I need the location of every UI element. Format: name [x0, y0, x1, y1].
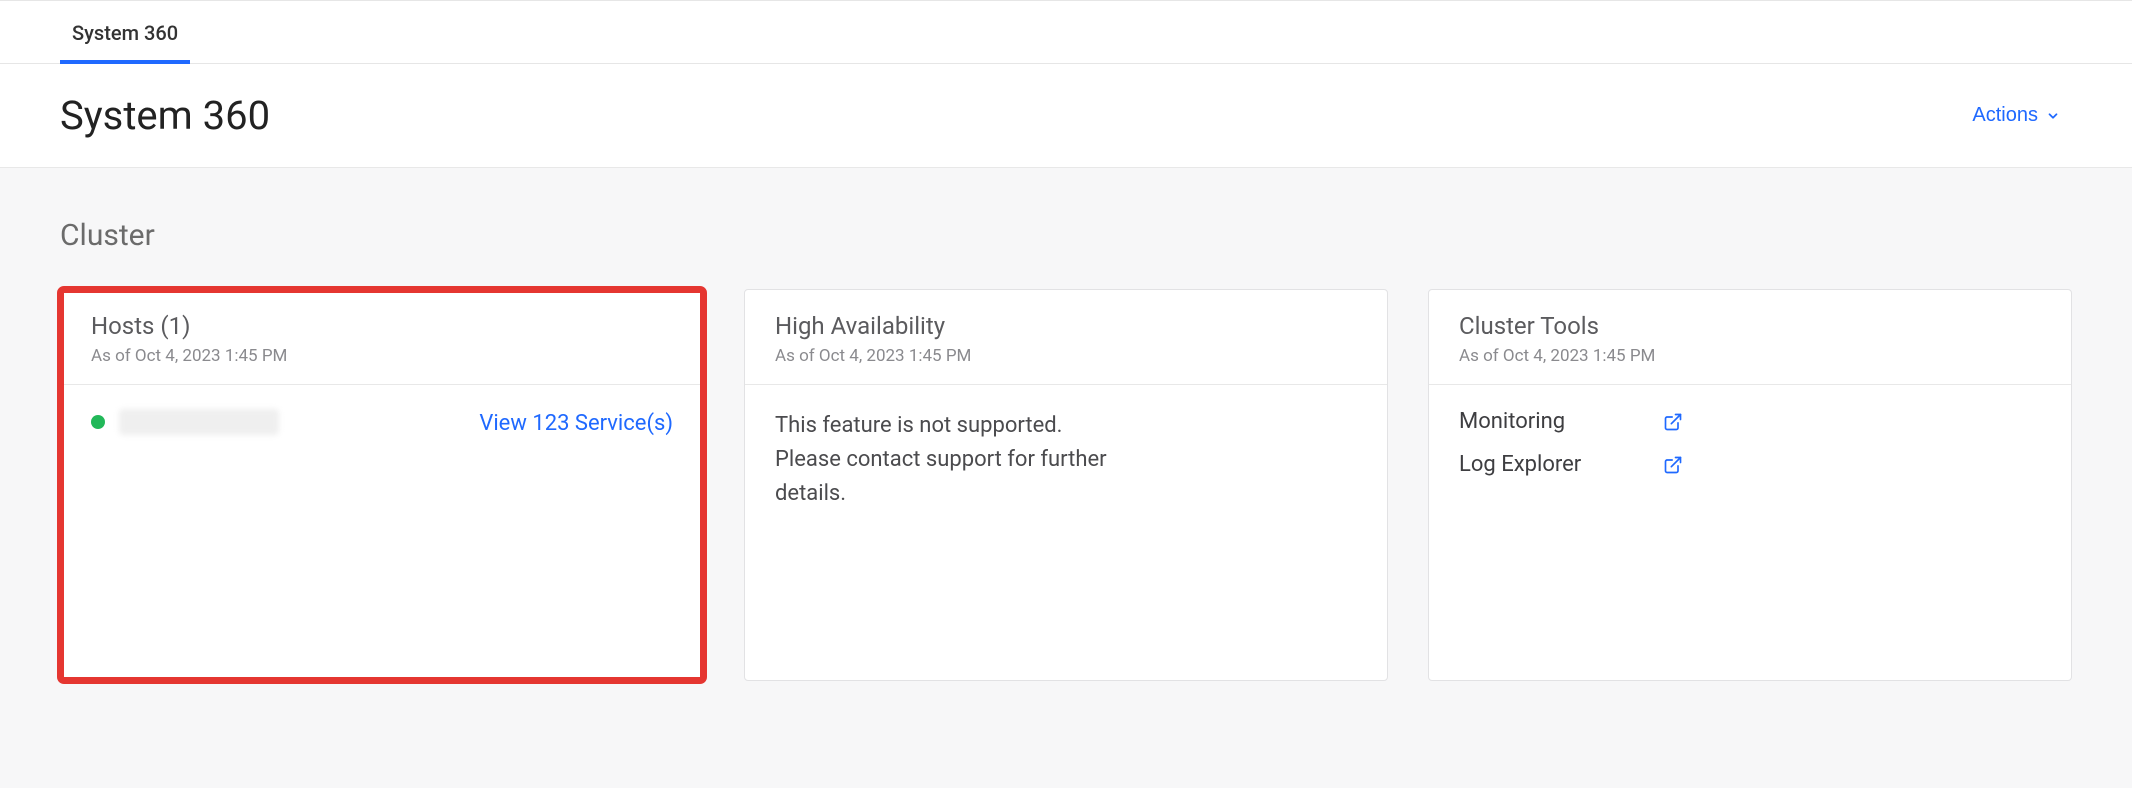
card-tools-body: Monitoring Log Explorer	[1429, 385, 2071, 519]
card-high-availability: High Availability As of Oct 4, 2023 1:45…	[744, 289, 1388, 681]
chevron-down-icon	[2046, 109, 2060, 123]
external-link-icon[interactable]	[1663, 455, 1683, 475]
tool-row-log-explorer: Log Explorer	[1459, 452, 2041, 477]
tool-log-explorer-label: Log Explorer	[1459, 452, 1599, 477]
status-dot-icon	[91, 415, 105, 429]
card-hosts-body: View 123 Service(s)	[61, 385, 703, 463]
tabs-bar: System 360	[0, 1, 2132, 64]
card-hosts-title: Hosts (1)	[91, 312, 673, 340]
card-ha-header: High Availability As of Oct 4, 2023 1:45…	[745, 290, 1387, 385]
actions-label: Actions	[1972, 104, 2038, 127]
card-ha-title: High Availability	[775, 312, 1357, 340]
page-title: System 360	[60, 92, 270, 139]
card-tools-timestamp: As of Oct 4, 2023 1:45 PM	[1459, 346, 2041, 366]
card-ha-timestamp: As of Oct 4, 2023 1:45 PM	[775, 346, 1357, 366]
actions-dropdown[interactable]: Actions	[1960, 96, 2072, 135]
view-services-link[interactable]: View 123 Service(s)	[479, 409, 673, 439]
card-tools-header: Cluster Tools As of Oct 4, 2023 1:45 PM	[1429, 290, 2071, 385]
cluster-cards-row: Hosts (1) As of Oct 4, 2023 1:45 PM View…	[60, 289, 2072, 681]
card-ha-body: This feature is not supported. Please co…	[745, 385, 1387, 535]
content-area: Cluster Hosts (1) As of Oct 4, 2023 1:45…	[0, 168, 2132, 788]
host-name-redacted	[119, 409, 279, 435]
card-tools-title: Cluster Tools	[1459, 312, 2041, 340]
card-cluster-tools: Cluster Tools As of Oct 4, 2023 1:45 PM …	[1428, 289, 2072, 681]
ha-message: This feature is not supported. Please co…	[775, 409, 1115, 511]
tool-row-monitoring: Monitoring	[1459, 409, 2041, 434]
host-row: View 123 Service(s)	[91, 409, 673, 439]
card-hosts: Hosts (1) As of Oct 4, 2023 1:45 PM View…	[60, 289, 704, 681]
external-link-icon[interactable]	[1663, 412, 1683, 432]
tool-monitoring-label: Monitoring	[1459, 409, 1599, 434]
card-hosts-timestamp: As of Oct 4, 2023 1:45 PM	[91, 346, 673, 366]
host-left	[91, 409, 279, 435]
page-header: System 360 Actions	[0, 64, 2132, 168]
section-title-cluster: Cluster	[60, 218, 2072, 253]
tab-system-360[interactable]: System 360	[60, 1, 190, 63]
card-hosts-header: Hosts (1) As of Oct 4, 2023 1:45 PM	[61, 290, 703, 385]
